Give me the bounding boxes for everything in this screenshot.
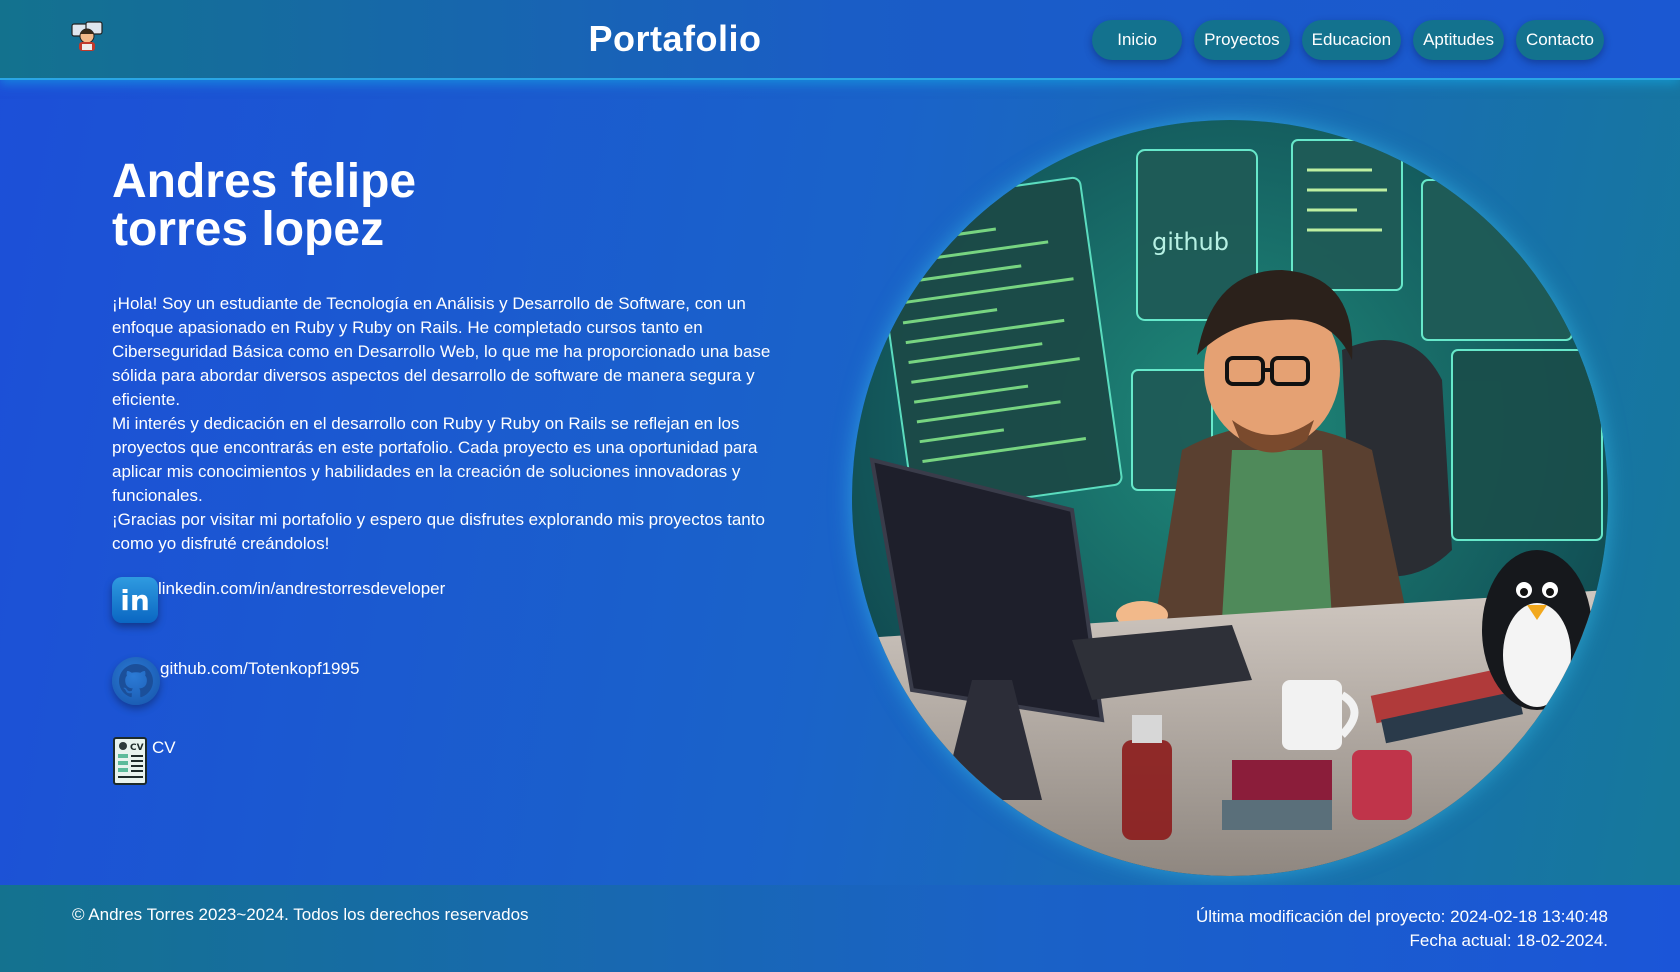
name-line-1: Andres felipe (112, 155, 417, 208)
linkedin-icon: in (112, 577, 158, 623)
nav-educacion[interactable]: Educacion (1301, 20, 1402, 60)
cv-document-icon: CV (113, 737, 147, 785)
bio-paragraph-3: ¡Gracias por visitar mi portafolio y esp… (112, 510, 765, 553)
hero-illustration: github (852, 120, 1608, 876)
svg-text:github: github (1152, 228, 1229, 256)
bio-paragraph-1: ¡Hola! Soy un estudiante de Tecnología e… (112, 294, 771, 409)
nav-aptitudes[interactable]: Aptitudes (1413, 20, 1504, 60)
nav-contacto[interactable]: Contacto (1515, 20, 1604, 60)
bio-paragraph-2: Mi interés y dedicación en el desarrollo… (112, 414, 758, 505)
penguin-figure (1482, 550, 1592, 710)
svg-text:CV: CV (130, 743, 144, 753)
cv-link[interactable]: CV CV (112, 736, 176, 786)
linkedin-label: linkedin.com/in/andrestorresdeveloper (158, 579, 446, 598)
footer-meta: Última modificación del proyecto: 2024-0… (1196, 905, 1608, 953)
nav-proyectos[interactable]: Proyectos (1194, 20, 1290, 60)
site-header: Portafolio Inicio Proyectos Educacion Ap… (0, 0, 1680, 80)
nav-inicio[interactable]: Inicio (1092, 20, 1183, 60)
current-date-text: Fecha actual: 18-02-2024. (1409, 931, 1608, 950)
site-footer: © Andres Torres 2023~2024. Todos los der… (0, 885, 1680, 972)
bio-text: ¡Hola! Soy un estudiante de Tecnología e… (112, 292, 782, 556)
github-label: github.com/Totenkopf1995 (160, 659, 360, 678)
github-link[interactable]: github.com/Totenkopf1995 (112, 657, 359, 705)
main-nav: Inicio Proyectos Educacion Aptitudes Con… (1092, 20, 1604, 60)
hero-section: Andres felipe torres lopez ¡Hola! Soy un… (0, 80, 1680, 885)
github-icon (112, 657, 160, 705)
linkedin-link[interactable]: in linkedin.com/in/andrestorresdeveloper (112, 577, 445, 623)
name-line-2: torres lopez (112, 203, 385, 256)
cv-label: CV (152, 738, 176, 757)
copyright-text: © Andres Torres 2023~2024. Todos los der… (72, 905, 529, 924)
last-modified-text: Última modificación del proyecto: 2024-0… (1195, 907, 1608, 926)
profile-name: Andres felipe torres lopez (112, 158, 572, 254)
